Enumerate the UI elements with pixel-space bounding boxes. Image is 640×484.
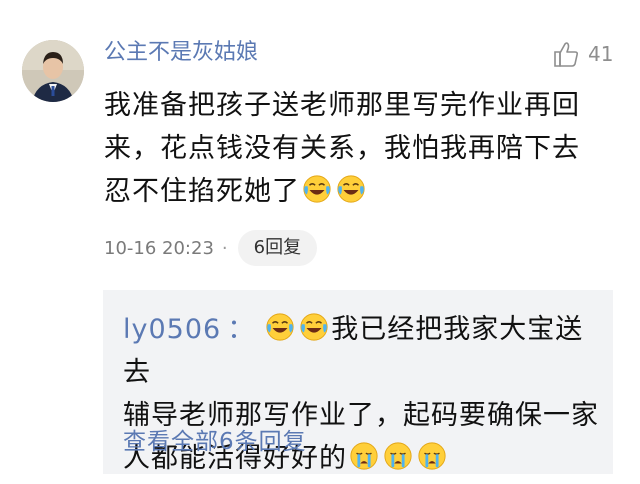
comment-text: 我准备把孩子送老师那里写完作业再回 来，花点钱没有关系，我怕我再陪下去 忍不住掐… — [104, 84, 624, 213]
comment-text-segment: 忍不住掐死她了 — [104, 176, 300, 207]
laugh-cry-emoji-icon — [302, 174, 332, 204]
avatar[interactable] — [22, 40, 84, 102]
reply-count-button[interactable]: 6回复 — [237, 230, 318, 266]
comment-card: 公主不是灰姑娘 41 我准备把孩子送老师那里写完作业再回 来，花点钱没有关系，我… — [0, 0, 640, 484]
comment-text-line-last: 忍不住掐死她了 — [104, 170, 624, 213]
reply-preview-box[interactable]: ly0506：我已经把我家大宝送去 辅导老师那写作业了，起码要确保一家 人都能活… — [103, 290, 613, 474]
laugh-cry-emoji-icon — [265, 312, 295, 342]
crying-emoji-icon — [383, 441, 413, 471]
timestamp: 10-16 20:23 — [104, 237, 214, 259]
comment-text-line: 我准备把孩子送老师那里写完作业再回 — [104, 90, 580, 121]
laugh-cry-emoji-icon — [336, 174, 366, 204]
crying-emoji-icon — [417, 441, 447, 471]
thumbs-up-icon — [554, 42, 579, 67]
comment-text-line: 来，花点钱没有关系，我怕我再陪下去 — [104, 133, 580, 164]
comment-username[interactable]: 公主不是灰姑娘 — [104, 38, 258, 68]
meta-separator: · — [221, 237, 228, 259]
comment-meta: 10-16 20:23 · 6回复 — [104, 230, 318, 266]
reply-username[interactable]: ly0506 — [123, 314, 221, 345]
crying-emoji-icon — [349, 441, 379, 471]
reply-text-line-first: ly0506：我已经把我家大宝送去 — [123, 308, 603, 394]
view-all-replies-link[interactable]: 查看全部6条回复 — [123, 424, 307, 460]
laugh-cry-emoji-icon — [299, 312, 329, 342]
avatar-image — [22, 40, 84, 102]
like-count: 41 — [588, 42, 614, 66]
reply-colon: ： — [227, 314, 256, 345]
like-button[interactable]: 41 — [552, 37, 613, 71]
